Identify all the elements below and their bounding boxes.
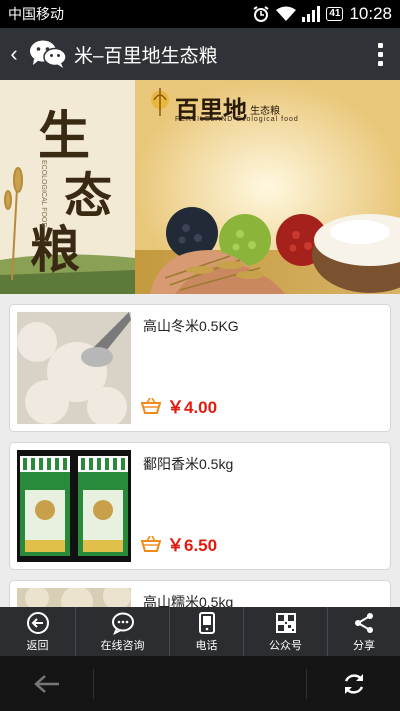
- battery-icon: 41: [326, 7, 344, 21]
- clock: 10:28: [349, 4, 392, 23]
- product-card[interactable]: 鄱阳香米0.5kg ￥6.50: [9, 442, 391, 570]
- banner-brand-sub: 生态粮: [250, 106, 280, 117]
- page-title: 米–百里地生态粮: [74, 45, 218, 67]
- product-image: [17, 312, 131, 424]
- menu-share-button[interactable]: 分享: [328, 607, 400, 656]
- status-icons: 41 10:28: [252, 4, 392, 24]
- phone-icon: [198, 611, 215, 634]
- product-name: 高山糯米0.5kg: [143, 594, 234, 607]
- alarm-icon: [253, 6, 269, 22]
- menu-consult-button[interactable]: 在线咨询: [76, 607, 170, 656]
- menu-back-label: 返回: [26, 639, 49, 652]
- basket-icon: [141, 535, 161, 552]
- product-name: 高山冬米0.5KG: [143, 318, 239, 334]
- menu-phone-label: 电话: [195, 639, 218, 652]
- product-price: ￥6.50: [167, 536, 218, 555]
- brand-banner[interactable]: 生 态 粮 ECOLOGICAL FOOD 百里地 生态粮 FERTILELAN…: [0, 80, 400, 294]
- signal-icon: [302, 6, 321, 22]
- product-image: [17, 588, 131, 607]
- title-bar: ‹ 米–百里地生态粮: [0, 28, 400, 80]
- menu-consult-label: 在线咨询: [100, 639, 145, 652]
- wechat-icon: [30, 40, 67, 68]
- product-image: [17, 450, 131, 562]
- nav-refresh-button[interactable]: [307, 656, 400, 711]
- menu-official-account-label: 公众号: [269, 639, 302, 652]
- menu-back-button[interactable]: 返回: [0, 607, 76, 656]
- menu-share-label: 分享: [353, 639, 375, 652]
- arrow-left-icon: [33, 674, 59, 693]
- back-chevron-icon[interactable]: ‹: [0, 41, 28, 67]
- banner-calligraphy-3: 粮: [30, 220, 80, 279]
- product-card[interactable]: 高山糯米0.5kg: [9, 580, 391, 607]
- menu-phone-button[interactable]: 电话: [170, 607, 244, 656]
- product-price: ￥4.00: [167, 398, 218, 417]
- chat-bubble-icon: [111, 612, 134, 635]
- banner-vertical-text: ECOLOGICAL FOOD: [40, 160, 47, 228]
- back-circle-icon: [26, 611, 49, 634]
- product-name: 鄱阳香米0.5kg: [143, 456, 234, 472]
- wifi-icon: [276, 6, 297, 21]
- status-bar: 中国移动 41 10:28: [0, 0, 400, 28]
- system-nav-bar: [0, 656, 400, 711]
- menu-official-account-button[interactable]: 公众号: [244, 607, 328, 656]
- more-menu-icon[interactable]: [360, 28, 400, 80]
- product-card[interactable]: 高山冬米0.5KG ￥4.00: [9, 304, 391, 432]
- refresh-icon: [344, 673, 363, 694]
- carrier-label: 中国移动: [8, 6, 64, 22]
- product-list[interactable]: 高山冬米0.5KG ￥4.00 鄱阳香米0.5kg ￥6.50 高山糯米0.5k…: [0, 294, 400, 607]
- bottom-menu: 返回 在线咨询 电话 公众号 分享: [0, 607, 400, 656]
- share-icon: [355, 612, 373, 633]
- banner-brand-en: FERTILELAND Ecological food: [175, 116, 299, 123]
- qrcode-icon: [275, 612, 296, 633]
- nav-back-button[interactable]: [0, 656, 93, 711]
- basket-icon: [141, 397, 161, 414]
